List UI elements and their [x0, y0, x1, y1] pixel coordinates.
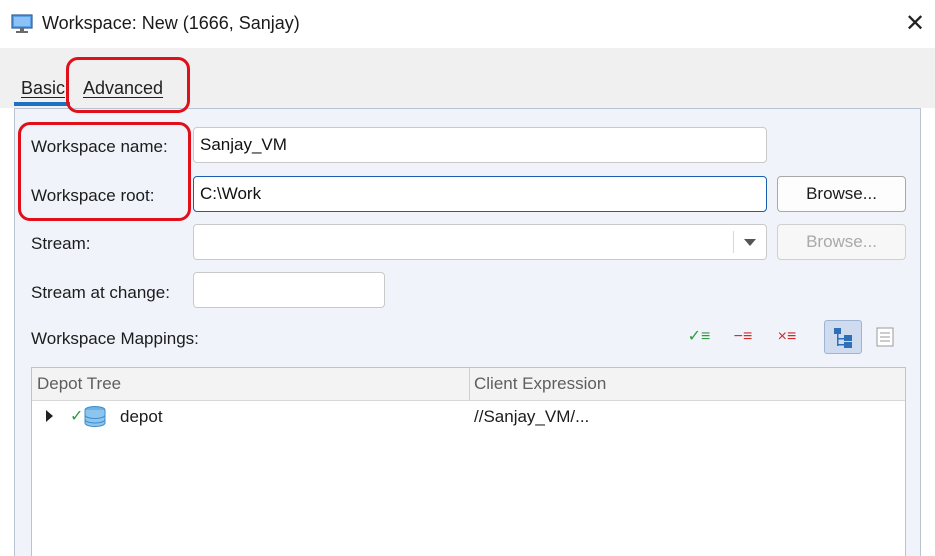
depot-name: depot — [120, 407, 163, 426]
workspace-monitor-icon — [11, 14, 33, 33]
close-icon: ✕ — [904, 10, 926, 37]
workspace-name-input[interactable] — [193, 127, 767, 163]
client-expression: //Sanjay_VM/... — [474, 407, 590, 426]
browse-root-button[interactable]: Browse... — [777, 176, 906, 212]
title-bar: Workspace: New (1666, Sanjay) ✕ — [0, 0, 935, 48]
stream-dropdown[interactable] — [193, 224, 767, 260]
text-view-icon[interactable] — [874, 325, 896, 349]
close-button[interactable]: ✕ — [900, 10, 930, 40]
remove-mapping-icon[interactable]: ×≡ — [773, 326, 801, 348]
dropdown-separator — [733, 231, 734, 253]
annotation-highlight-advanced-tab — [66, 57, 190, 113]
tree-view-button[interactable] — [824, 320, 862, 354]
chevron-down-icon[interactable] — [744, 239, 756, 246]
selected-tab-indicator — [14, 102, 70, 106]
depot-database-icon — [84, 406, 106, 427]
stream-at-change-label: Stream at change: — [31, 283, 170, 302]
tree-header: Depot Tree Client Expression — [32, 368, 905, 401]
exclude-mapping-icon[interactable]: −≡ — [729, 326, 757, 348]
column-header-depot-tree[interactable]: Depot Tree — [37, 374, 121, 394]
stream-at-change-input[interactable] — [193, 272, 385, 308]
tab-basic[interactable]: Basic — [21, 78, 65, 99]
stream-label: Stream: — [31, 234, 91, 253]
table-row[interactable]: ✓ depot //Sanjay_VM/... — [32, 401, 905, 433]
browse-stream-button[interactable]: Browse... — [777, 224, 906, 260]
workspace-mappings-label: Workspace Mappings: — [31, 329, 199, 348]
column-divider[interactable] — [469, 368, 470, 400]
tree-view-icon — [834, 328, 852, 348]
mappings-tree[interactable]: Depot Tree Client Expression ✓ depot //S… — [31, 367, 906, 556]
included-check-icon: ✓ — [70, 408, 84, 425]
window-title: Workspace: New (1666, Sanjay) — [42, 13, 300, 33]
include-mapping-icon[interactable]: ✓≡ — [685, 326, 713, 348]
annotation-highlight-workspace-labels — [18, 122, 191, 221]
workspace-root-input[interactable] — [193, 176, 767, 212]
column-header-client-expression[interactable]: Client Expression — [474, 374, 606, 394]
expand-arrow-icon[interactable] — [46, 410, 53, 422]
